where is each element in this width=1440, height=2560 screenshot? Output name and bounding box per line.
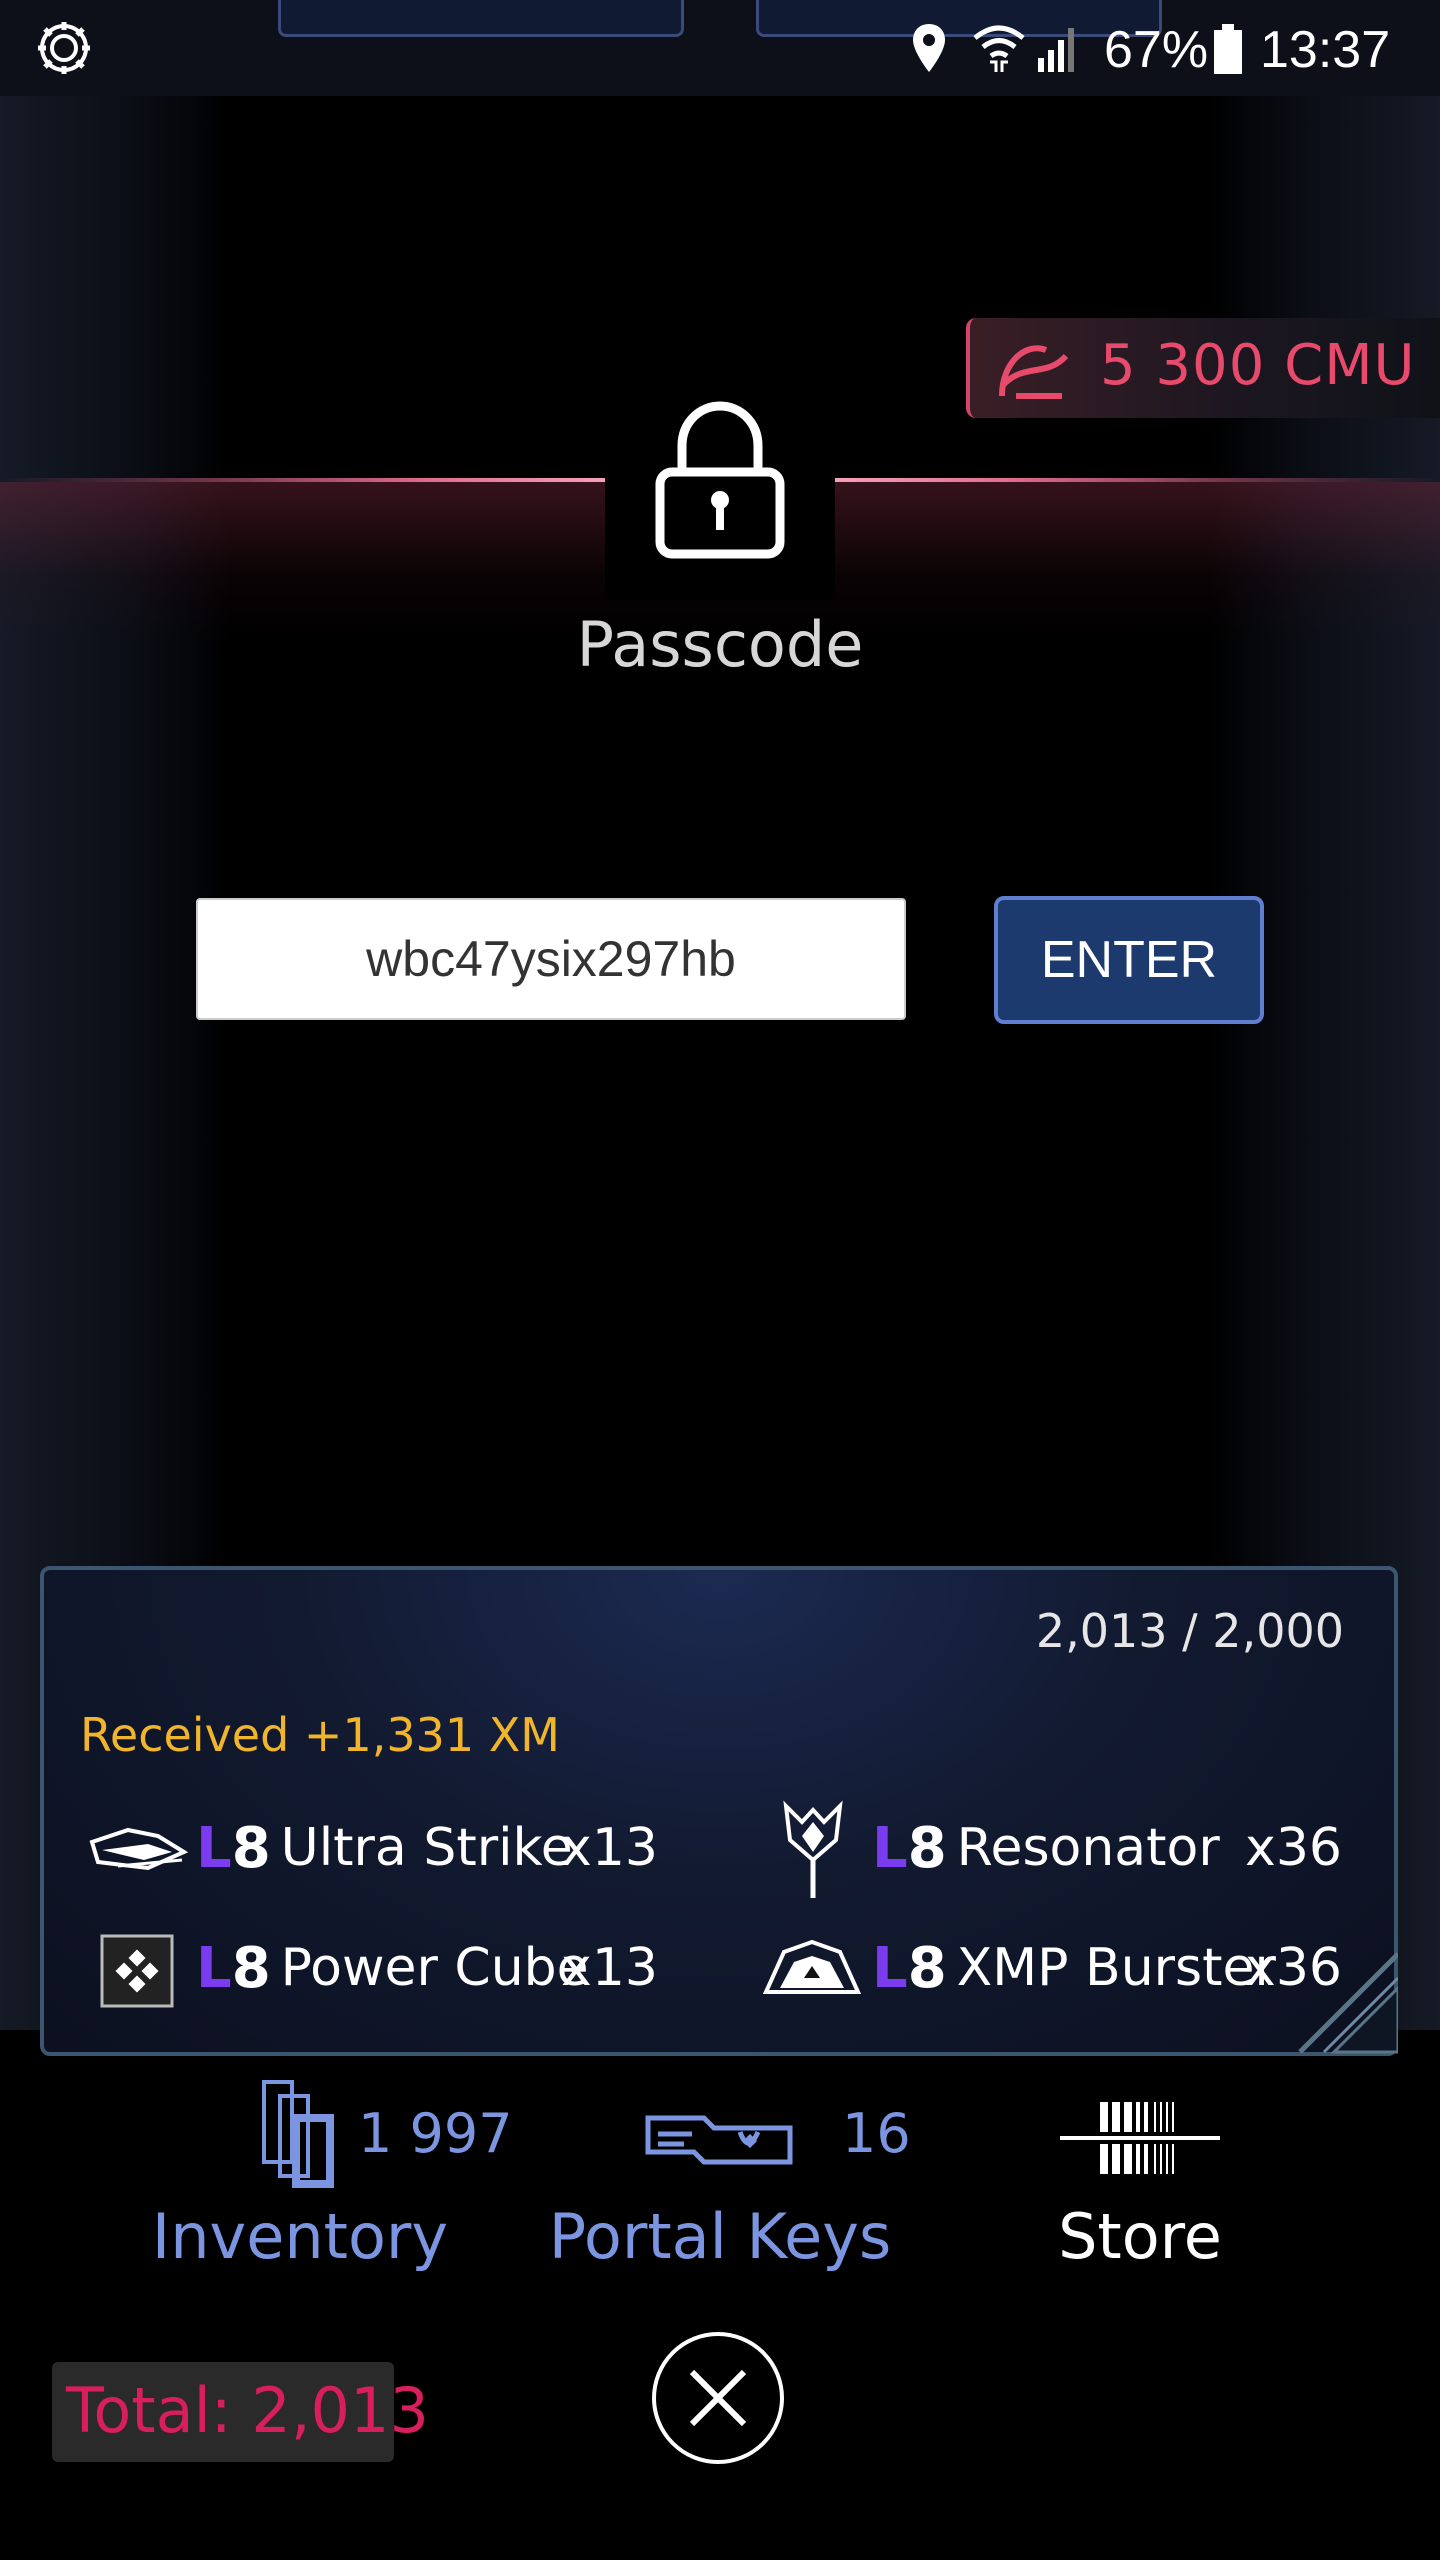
store-label: Store bbox=[1058, 2200, 1222, 2273]
close-button[interactable] bbox=[652, 2332, 784, 2464]
top-tab-left[interactable] bbox=[278, 0, 684, 37]
store-barcode-icon bbox=[1060, 2102, 1220, 2174]
item-name: Resonator bbox=[956, 1818, 1220, 1878]
inventory-capacity: 2,013 / 2,000 bbox=[1035, 1604, 1344, 1658]
portal-key-icon bbox=[645, 2115, 793, 2165]
item-xmp-burster: L8 XMP Burster x36 bbox=[872, 1928, 1342, 2008]
cmu-amount: 5 300 CMU bbox=[1100, 333, 1416, 398]
item-level-letter: L bbox=[872, 1935, 908, 2001]
passcode-title: Passcode bbox=[576, 608, 864, 681]
inventory-icon bbox=[262, 2080, 334, 2188]
ultra-strike-icon bbox=[89, 1827, 188, 1871]
battery-icon bbox=[1214, 24, 1242, 74]
received-xm: Received +1,331 XM bbox=[80, 1708, 560, 1762]
item-level-letter: L bbox=[196, 1815, 232, 1881]
item-count: x36 bbox=[1245, 1938, 1342, 1998]
glow-line-left bbox=[0, 478, 605, 482]
item-level-number: 8 bbox=[231, 1815, 271, 1881]
item-name: XMP Burster bbox=[956, 1938, 1276, 1998]
item-count: x13 bbox=[561, 1818, 658, 1878]
item-name: Ultra Strike bbox=[280, 1818, 573, 1878]
lock-icon bbox=[655, 401, 785, 559]
close-icon bbox=[689, 2369, 747, 2427]
item-level-letter: L bbox=[872, 1815, 908, 1881]
wifi-icon bbox=[973, 25, 1025, 72]
xmp-burster-icon bbox=[762, 1939, 862, 1994]
item-power-cube: L8 Power Cube x13 bbox=[196, 1928, 658, 2008]
nav-inventory[interactable]: 1 997 Inventory bbox=[140, 2078, 520, 2298]
location-icon bbox=[913, 24, 945, 72]
resonator-icon bbox=[783, 1800, 843, 1898]
inventory-label: Inventory bbox=[151, 2200, 449, 2273]
item-level-number: 8 bbox=[907, 1935, 947, 2001]
item-level-number: 8 bbox=[231, 1935, 271, 2001]
nav-store[interactable]: Store bbox=[1010, 2078, 1270, 2298]
cmu-icon bbox=[999, 345, 1069, 399]
nav-portal-keys[interactable]: 16 Portal Keys bbox=[540, 2078, 911, 2298]
glow-line-right bbox=[835, 478, 1440, 482]
enter-button[interactable]: ENTER bbox=[994, 896, 1264, 1024]
item-ultra-strike: L8 Ultra Strike x13 bbox=[196, 1808, 658, 1888]
passcode-input[interactable] bbox=[196, 898, 906, 1020]
item-name: Power Cube bbox=[280, 1938, 589, 1998]
portal-keys-label: Portal Keys bbox=[548, 2200, 892, 2273]
item-count: x13 bbox=[561, 1938, 658, 1998]
power-cube-icon bbox=[100, 1934, 174, 2008]
total-label: Total: 2,013 bbox=[66, 2374, 429, 2447]
top-tab-right[interactable] bbox=[756, 0, 1162, 37]
signal-icon bbox=[1038, 28, 1074, 72]
item-level-letter: L bbox=[196, 1935, 232, 2001]
item-count: x36 bbox=[1245, 1818, 1342, 1878]
app-gear-icon bbox=[38, 22, 90, 74]
battery-percent: 67% bbox=[1104, 21, 1209, 79]
clock: 13:37 bbox=[1260, 21, 1391, 79]
item-resonator: L8 Resonator x36 bbox=[872, 1808, 1342, 1888]
item-level-number: 8 bbox=[907, 1815, 947, 1881]
inventory-count: 1 997 bbox=[358, 2102, 513, 2165]
portal-keys-count: 16 bbox=[842, 2102, 911, 2165]
